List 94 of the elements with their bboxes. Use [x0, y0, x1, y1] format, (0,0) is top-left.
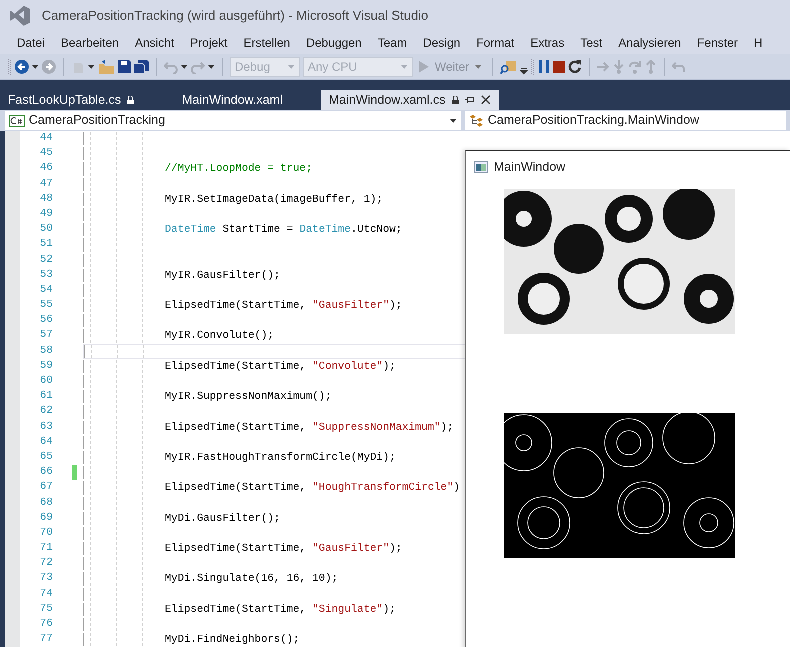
folder-icon[interactable]: [98, 60, 115, 74]
line-number: 45: [39, 146, 53, 162]
code-line: MyIR.Convolute();: [165, 329, 274, 343]
project-dropdown[interactable]: CameraPositionTracking: [5, 111, 461, 130]
code-line: MyIR.GausFilter();: [165, 268, 280, 282]
line-number: 70: [39, 526, 53, 541]
line-number: 60: [39, 374, 53, 389]
pin-icon[interactable]: [464, 95, 475, 105]
line-number: 69: [39, 510, 53, 526]
menu-item[interactable]: Design: [415, 34, 469, 52]
code-line: DateTime StartTime = DateTime.UtcNow;: [165, 223, 402, 236]
line-number: 53: [39, 268, 53, 283]
line-number: 46: [39, 161, 53, 176]
caret-icon[interactable]: [32, 64, 39, 68]
window-title: CameraPositionTracking (wird ausgeführt) - Microsoft Visual Studio: [42, 7, 429, 26]
close-icon[interactable]: [480, 95, 491, 105]
code-line: ElipsedTime(StartTime, "GausFilter");: [165, 299, 402, 312]
pause-icon[interactable]: [538, 60, 550, 73]
menu-item[interactable]: Fenster: [689, 34, 746, 52]
menu-item[interactable]: Team: [370, 34, 416, 52]
menu-item[interactable]: Debuggen: [298, 34, 370, 52]
menu-item[interactable]: Bearbeiten: [53, 34, 128, 52]
line-number: 58: [39, 344, 53, 359]
line-number: 48: [39, 192, 53, 207]
app-logo-icon: [10, 5, 30, 27]
caret-icon[interactable]: [450, 118, 457, 122]
line-number: 65: [39, 450, 53, 465]
line-number: 61: [39, 389, 53, 404]
app-window-title: MainWindow: [494, 159, 566, 176]
document-tab[interactable]: FastLookUpTable.cs: [0, 90, 142, 110]
grip-icon: [8, 58, 12, 76]
line-number: 62: [39, 404, 53, 420]
class-icon: [469, 114, 484, 128]
caret-icon[interactable]: [88, 64, 95, 68]
lock-icon: [452, 96, 459, 104]
menu-item[interactable]: Analysieren: [610, 34, 690, 52]
code-line: MyDi.GausFilter();: [165, 512, 280, 525]
menu-item[interactable]: Ansicht: [127, 34, 182, 52]
line-number: 49: [39, 206, 53, 222]
menu-item[interactable]: Datei: [9, 34, 54, 52]
restart-icon[interactable]: [568, 60, 582, 74]
menu-item[interactable]: Projekt: [182, 34, 236, 52]
code-line: //MyHT.LoopMode = true;: [165, 162, 313, 176]
code-line: ElipsedTime(StartTime, "Singulate");: [165, 602, 396, 616]
code-line: MyIR.FastHoughTransformCircle(MyDi);: [165, 450, 396, 464]
line-number: 71: [39, 541, 53, 556]
menu-item[interactable]: Test: [572, 34, 611, 52]
caret-icon[interactable]: [208, 64, 215, 68]
line-number: 47: [39, 176, 53, 192]
code-line: ElipsedTime(StartTime, "SuppressNonMaximum");: [165, 420, 454, 434]
line-number: 76: [39, 617, 53, 632]
find-in-files-icon[interactable]: [500, 58, 518, 74]
line-number: 64: [39, 434, 53, 450]
code-line: ElipsedTime(StartTime, "Convolute");: [165, 360, 396, 373]
window-icon: [474, 161, 488, 174]
code-line: MyIR.SuppressNonMaximum();: [165, 390, 332, 404]
csharp-file-icon: [9, 114, 25, 126]
line-number: 75: [39, 602, 53, 617]
line-number: 52: [39, 252, 53, 268]
menu-item[interactable]: Extras: [522, 34, 573, 52]
line-number: 59: [39, 358, 53, 374]
code-line: ElipsedTime(StartTime, "GausFilter");: [165, 542, 402, 556]
line-number: 50: [39, 222, 53, 238]
save-all-icon[interactable]: [134, 60, 149, 74]
line-number: 72: [39, 556, 53, 572]
menu-item[interactable]: Format: [468, 34, 523, 52]
code-line: ElipsedTime(StartTime, "HoughTransformCircle"): [165, 481, 460, 494]
document-tab[interactable]: MainWindow.xaml: [142, 90, 291, 110]
line-number: 77: [39, 632, 53, 647]
line-number: 51: [39, 237, 53, 252]
menu-item[interactable]: H: [746, 34, 771, 52]
line-number: 73: [39, 571, 53, 586]
line-number: 55: [39, 298, 53, 314]
line-number: 54: [39, 282, 53, 298]
line-number: 56: [39, 313, 53, 328]
grip-icon: [531, 58, 536, 76]
line-number: 68: [39, 496, 53, 510]
code-line: MyIR.SetImageData(imageBuffer, 1);: [165, 192, 384, 206]
line-number: 66: [39, 465, 53, 480]
save-icon[interactable]: [118, 60, 131, 73]
line-number: 63: [39, 420, 53, 435]
lock-icon: [127, 96, 134, 104]
document-tab[interactable]: MainWindow.xaml.cs: [321, 90, 499, 110]
line-number: 57: [39, 328, 53, 344]
code-line: MyDi.Singulate(16, 16, 10);: [165, 572, 338, 586]
line-number: 67: [39, 480, 53, 496]
code-line: MyDi.FindNeighbors();: [165, 633, 300, 646]
caret-icon[interactable]: [181, 64, 188, 68]
line-number: 44: [39, 131, 53, 146]
stop-icon[interactable]: [553, 60, 566, 72]
type-dropdown[interactable]: CameraPositionTracking.MainWindow: [465, 111, 786, 130]
menu-item[interactable]: Erstellen: [236, 34, 298, 52]
line-number: 74: [39, 586, 53, 602]
back-icon[interactable]: [15, 60, 29, 74]
